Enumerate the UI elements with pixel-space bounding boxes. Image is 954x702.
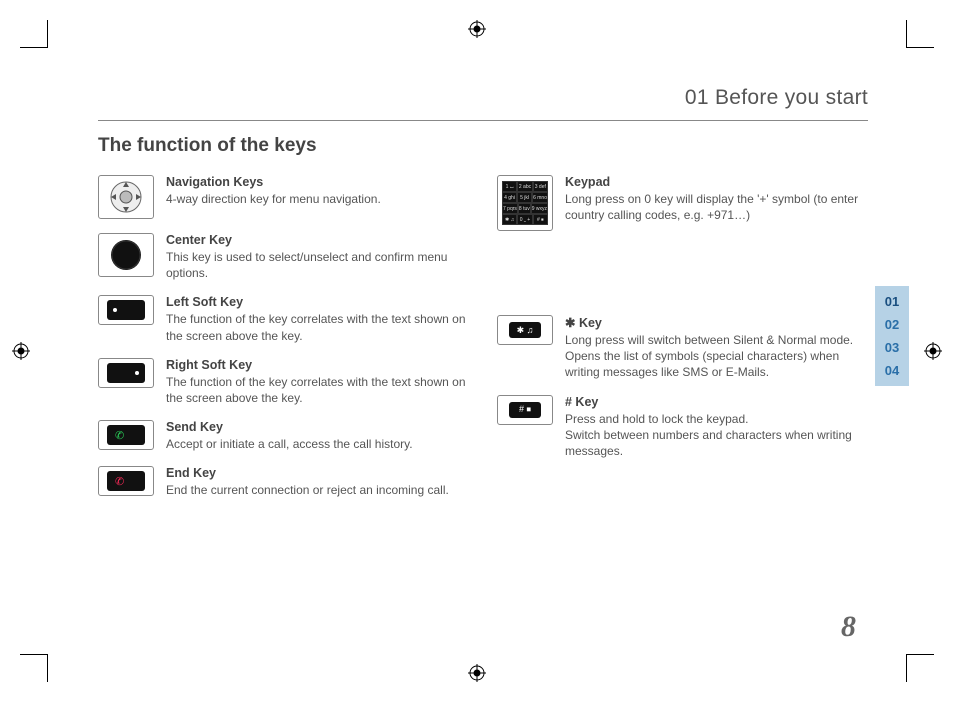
item-title: # Key	[565, 395, 868, 409]
chapter-title: 01 Before you start	[98, 86, 868, 110]
center-key-icon	[98, 233, 154, 277]
end-key-icon: ✆	[98, 466, 154, 496]
item-body: 4-way direction key for menu navigation.	[166, 191, 381, 207]
item-title: End Key	[166, 466, 449, 480]
item-body: The function of the key correlates with …	[166, 374, 469, 406]
left-soft-key-icon	[98, 295, 154, 325]
hash-key-icon: # ⏹	[497, 395, 553, 425]
item-body: The function of the key correlates with …	[166, 311, 469, 343]
item-body: Long press will switch between Silent & …	[565, 332, 868, 381]
item-title: Right Soft Key	[166, 358, 469, 372]
tab-03: 03	[885, 340, 899, 355]
item-title: Navigation Keys	[166, 175, 381, 189]
registration-mark	[468, 20, 486, 38]
send-key-icon: ✆	[98, 420, 154, 450]
tab-04: 04	[885, 363, 899, 378]
registration-mark	[924, 342, 942, 360]
section-tabs: 01 02 03 04	[875, 286, 909, 386]
keypad-icon: 1 ⌴2 abc3 def4 ghi5 jkl6 mno7 pqrs8 tuv9…	[497, 175, 553, 231]
item-title: Center Key	[166, 233, 469, 247]
tab-01: 01	[885, 294, 899, 309]
item-body: This key is used to select/unselect and …	[166, 249, 469, 281]
item-body: Press and hold to lock the keypad. Switc…	[565, 411, 868, 460]
registration-mark	[468, 664, 486, 682]
item-title: ✱ Key	[565, 315, 868, 330]
item-body: Long press on 0 key will display the '+'…	[565, 191, 868, 223]
divider	[98, 120, 868, 121]
item-body: End the current connection or reject an …	[166, 482, 449, 498]
section-title: The function of the keys	[98, 135, 868, 157]
item-title: Keypad	[565, 175, 868, 189]
item-title: Left Soft Key	[166, 295, 469, 309]
star-key-icon: ✱ ♫	[497, 315, 553, 345]
item-title: Send Key	[166, 420, 413, 434]
registration-mark	[12, 342, 30, 360]
page-number: 8	[841, 610, 856, 644]
item-body: Accept or initiate a call, access the ca…	[166, 436, 413, 452]
navigation-keys-icon	[98, 175, 154, 219]
right-soft-key-icon	[98, 358, 154, 388]
tab-02: 02	[885, 317, 899, 332]
